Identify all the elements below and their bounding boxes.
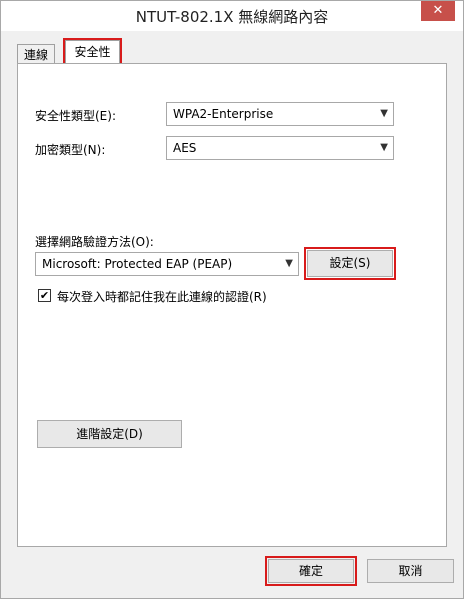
encryption-type-label: 加密類型(N): [35,143,106,157]
chevron-down-icon: ▼ [285,258,293,269]
tab-connection[interactable]: 連線 [17,44,55,63]
close-button[interactable]: ✕ [421,1,455,21]
encryption-type-select[interactable]: AES ▼ [166,136,394,160]
remember-credentials-label: 每次登入時都記住我在此連線的認證(R) [57,290,267,304]
security-type-label: 安全性類型(E): [35,109,116,123]
chevron-down-icon: ▼ [380,142,388,153]
auth-method-select[interactable]: Microsoft: Protected EAP (PEAP) ▼ [35,252,299,276]
settings-button[interactable]: 設定(S) [304,247,396,280]
chevron-down-icon: ▼ [380,108,388,119]
auth-method-label: 選擇網路驗證方法(O): [35,235,154,249]
window-title: NTUT-802.1X 無線網路內容 [135,8,329,26]
check-icon: ✔ [39,289,50,302]
title-bar: NTUT-802.1X 無線網路內容 ✕ [1,1,463,31]
wireless-properties-dialog: NTUT-802.1X 無線網路內容 ✕ 連線 安全性 安全性類型(E): WP… [0,0,464,599]
close-icon: ✕ [432,3,444,18]
ok-button[interactable]: 確定 [265,556,357,586]
remember-credentials-checkbox[interactable]: ✔ [38,289,51,302]
security-type-select[interactable]: WPA2-Enterprise ▼ [166,102,394,126]
auth-method-value: Microsoft: Protected EAP (PEAP) [42,257,233,271]
tab-security[interactable]: 安全性 [63,38,122,66]
encryption-type-value: AES [173,141,197,155]
cancel-button[interactable]: 取消 [367,559,454,583]
advanced-settings-button[interactable]: 進階設定(D) [37,420,182,448]
security-type-value: WPA2-Enterprise [173,107,274,121]
